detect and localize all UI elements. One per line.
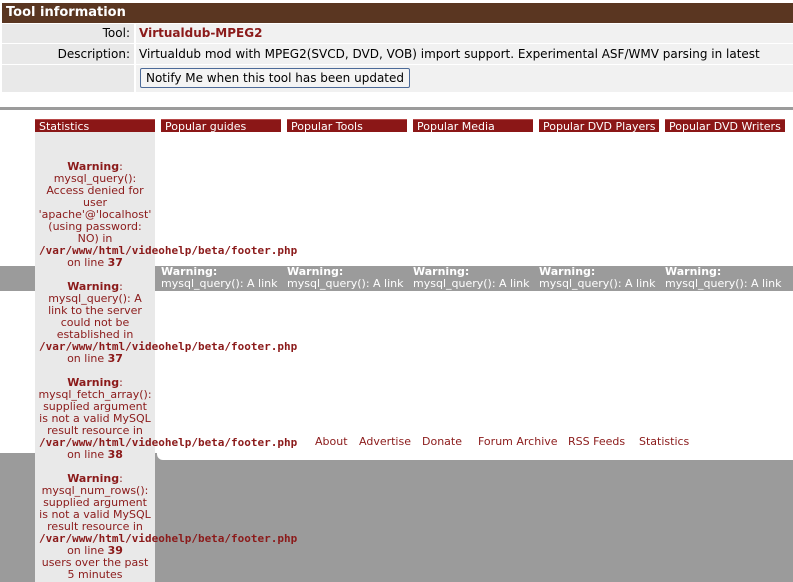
band-warning-text: mysql_query(): A link [539, 277, 656, 290]
band-warning-text: mysql_query(): A link [287, 277, 404, 290]
band-warning: Warning: mysql_query(): A link [539, 266, 661, 290]
tab-popular-dvd-writers: Popular DVD Writers [665, 119, 785, 132]
notify-row-label-cell [2, 65, 134, 92]
tool-label: Tool: [2, 24, 134, 43]
footer-link-advertise[interactable]: Advertise [359, 436, 411, 448]
footer-link-statistics[interactable]: Statistics [639, 436, 689, 448]
top-divider [0, 107, 793, 110]
tab-popular-dvd-players: Popular DVD Players [539, 119, 659, 132]
tab-popular-media: Popular Media [413, 119, 533, 132]
warning-line-number: on line 37 [67, 256, 123, 269]
tool-info-header: Tool information [2, 3, 793, 23]
tool-description: Virtualdub mod with MPEG2(SVCD, DVD, VOB… [136, 44, 793, 81]
footer-link-donate[interactable]: Donate [422, 436, 462, 448]
warning-line-number: on line 37 [67, 352, 123, 365]
footer-link-about[interactable]: About [315, 436, 348, 448]
users-online-text: 5 minutes [67, 568, 123, 581]
band-warning: Warning: mysql_query(): A link [287, 266, 409, 290]
band-warning: Warning: mysql_query(): A link [161, 266, 283, 290]
footer-link-rss-feeds[interactable]: RSS Feeds [568, 436, 625, 448]
band-warning: Warning: mysql_query(): A link [665, 266, 787, 290]
description-label: Description: [2, 44, 134, 64]
tool-name: Virtualdub-MPEG2 [136, 24, 793, 43]
warning-line-number: on line 38 [67, 448, 123, 461]
band-warning-text: mysql_query(): A link [665, 277, 782, 290]
band-warning: Warning: mysql_query(): A link [413, 266, 535, 290]
band-warning-text: mysql_query(): A link [413, 277, 530, 290]
footer-link-forum-archive[interactable]: Forum Archive [478, 436, 558, 448]
tab-statistics: Statistics [35, 119, 155, 132]
tab-popular-tools: Popular Tools [287, 119, 407, 132]
tab-popular-guides: Popular guides [161, 119, 281, 132]
notify-me-button[interactable]: Notify Me when this tool has been update… [140, 68, 410, 88]
band-warning-text: mysql_query(): A link [161, 277, 278, 290]
